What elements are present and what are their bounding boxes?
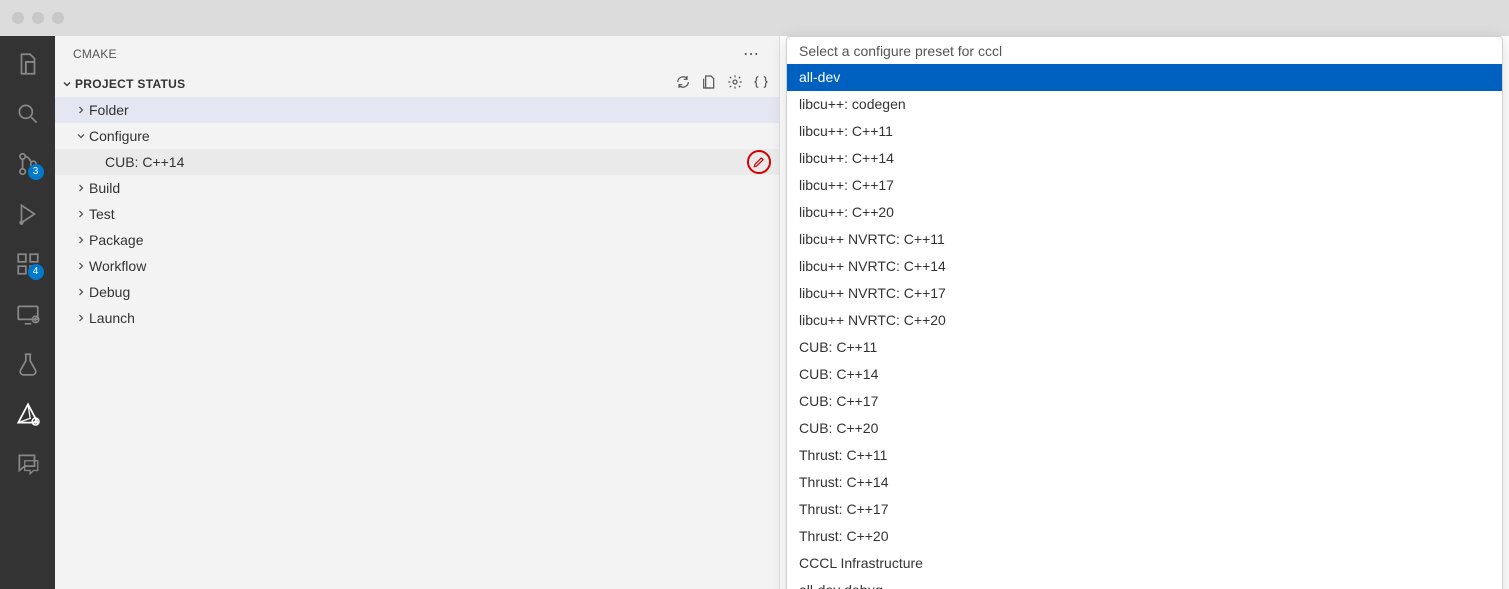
tree-row-label: Folder	[89, 102, 129, 118]
sidebar-title: CMAKE	[73, 47, 117, 61]
run-debug-icon[interactable]	[14, 200, 42, 228]
scm-badge: 3	[28, 164, 44, 180]
quickinput-item[interactable]: Thrust: C++14	[787, 469, 1502, 496]
quickinput-item[interactable]: Thrust: C++20	[787, 523, 1502, 550]
sidebar-title-row: CMAKE ⋯	[55, 36, 779, 70]
quickinput-item[interactable]: CCCL Infrastructure	[787, 550, 1502, 577]
chevron-right-icon	[73, 182, 89, 194]
chevron-right-icon	[73, 234, 89, 246]
section-header[interactable]: PROJECT STATUS	[55, 70, 779, 97]
quickinput-item[interactable]: libcu++: C++17	[787, 172, 1502, 199]
quickinput-item[interactable]: libcu++: C++11	[787, 118, 1502, 145]
chevron-down-icon	[59, 78, 75, 90]
quickinput-item[interactable]: CUB: C++17	[787, 388, 1502, 415]
comments-icon[interactable]	[14, 450, 42, 478]
window-min-dot[interactable]	[32, 12, 44, 24]
chevron-down-icon	[73, 130, 89, 142]
tree-row[interactable]: Debug	[55, 279, 779, 305]
testing-icon[interactable]	[14, 350, 42, 378]
extensions-badge: 4	[28, 264, 44, 280]
quickinput-item[interactable]: Thrust: C++11	[787, 442, 1502, 469]
quickinput-item[interactable]: Thrust: C++17	[787, 496, 1502, 523]
tree-row[interactable]: Package	[55, 227, 779, 253]
quickinput: Select a configure preset for cccl all-d…	[786, 36, 1503, 589]
quickinput-list[interactable]: all-devlibcu++: codegenlibcu++: C++11lib…	[787, 64, 1502, 589]
log-icon[interactable]	[701, 74, 717, 93]
quickinput-item[interactable]: libcu++ NVRTC: C++20	[787, 307, 1502, 334]
activity-bar: 3 4	[0, 36, 55, 589]
quickinput-item[interactable]: libcu++ NVRTC: C++17	[787, 280, 1502, 307]
quickinput-item[interactable]: libcu++ NVRTC: C++11	[787, 226, 1502, 253]
tree-row[interactable]: Test	[55, 201, 779, 227]
window-close-dot[interactable]	[12, 12, 24, 24]
chevron-right-icon	[73, 286, 89, 298]
tree-row-label: Debug	[89, 284, 130, 300]
explorer-icon[interactable]	[14, 50, 42, 78]
quickinput-item[interactable]: libcu++: C++20	[787, 199, 1502, 226]
tree-row-label: Configure	[89, 128, 150, 144]
extensions-icon[interactable]: 4	[14, 250, 42, 278]
section-title: PROJECT STATUS	[75, 77, 185, 91]
chevron-right-icon	[73, 260, 89, 272]
chevron-right-icon	[73, 208, 89, 220]
tree-row-label: Launch	[89, 310, 135, 326]
section-actions	[675, 74, 769, 93]
remote-icon[interactable]	[14, 300, 42, 328]
quickinput-item[interactable]: all-dev debug	[787, 577, 1502, 589]
quickinput-item[interactable]: CUB: C++11	[787, 334, 1502, 361]
tree-row[interactable]: Workflow	[55, 253, 779, 279]
tree-row[interactable]: Folder	[55, 97, 779, 123]
tree-row-label: Build	[89, 180, 120, 196]
project-tree: Folder Configure CUB: C++14 Build Test Packag…	[55, 97, 779, 331]
edit-pencil-icon[interactable]	[747, 150, 771, 174]
scm-icon[interactable]: 3	[14, 150, 42, 178]
quickinput-item[interactable]: all-dev	[787, 64, 1502, 91]
cmake-sidebar: CMAKE ⋯ PROJECT STATUS Folder Configure CU…	[55, 36, 780, 589]
titlebar	[0, 0, 1509, 36]
tree-row[interactable]: Launch	[55, 305, 779, 331]
tree-row[interactable]: CUB: C++14	[55, 149, 779, 175]
editor-area: Select a configure preset for cccl all-d…	[780, 36, 1509, 589]
quickinput-title: Select a configure preset for cccl	[787, 37, 1502, 64]
tree-row-label: Package	[89, 232, 143, 248]
refresh-icon[interactable]	[675, 74, 691, 93]
search-icon[interactable]	[14, 100, 42, 128]
sidebar-more-icon[interactable]: ⋯	[743, 44, 761, 64]
tree-row[interactable]: Build	[55, 175, 779, 201]
tree-row-label: Test	[89, 206, 115, 222]
braces-icon[interactable]	[753, 74, 769, 93]
chevron-right-icon	[73, 312, 89, 324]
quickinput-item[interactable]: libcu++ NVRTC: C++14	[787, 253, 1502, 280]
quickinput-item[interactable]: libcu++: codegen	[787, 91, 1502, 118]
quickinput-item[interactable]: libcu++: C++14	[787, 145, 1502, 172]
tree-row[interactable]: Configure	[55, 123, 779, 149]
window-max-dot[interactable]	[52, 12, 64, 24]
cmake-icon[interactable]	[14, 400, 42, 428]
quickinput-item[interactable]: CUB: C++14	[787, 361, 1502, 388]
quickinput-item[interactable]: CUB: C++20	[787, 415, 1502, 442]
tree-row-label: Workflow	[89, 258, 146, 274]
chevron-right-icon	[73, 104, 89, 116]
gear-icon[interactable]	[727, 74, 743, 93]
main: 3 4 CMAKE ⋯ PROJECT S	[0, 36, 1509, 589]
tree-row-label: CUB: C++14	[105, 154, 184, 170]
